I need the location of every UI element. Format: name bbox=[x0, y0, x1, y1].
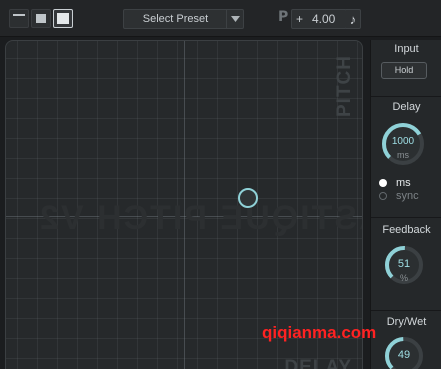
drywet-value: 49 bbox=[397, 349, 411, 361]
input-section: Input Hold bbox=[371, 40, 441, 96]
pitch-axis-label: PITCH bbox=[334, 55, 355, 117]
delay-section: Delay 1000 ms ms sync bbox=[371, 96, 441, 217]
chevron-down-icon[interactable] bbox=[226, 10, 243, 28]
view-small-button[interactable] bbox=[9, 9, 29, 28]
preset-label: Select Preset bbox=[142, 13, 209, 25]
view-small-icon bbox=[13, 14, 25, 16]
delay-axis-label: DELAY bbox=[284, 357, 352, 369]
radio-unselected-icon bbox=[379, 192, 387, 200]
view-medium-icon bbox=[36, 14, 46, 23]
feedback-unit: % bbox=[399, 273, 408, 283]
radio-selected-icon bbox=[379, 179, 387, 187]
delay-mode-sync-label: sync bbox=[396, 190, 419, 202]
delay-unit: ms bbox=[397, 150, 409, 160]
pitch-prefix-label: P bbox=[278, 9, 289, 25]
view-large-icon bbox=[57, 13, 69, 24]
pad-watermark: ELASTIQUE PITCH V2 bbox=[38, 199, 362, 237]
xy-pad-puck[interactable] bbox=[238, 188, 258, 208]
hold-button[interactable]: Hold bbox=[381, 62, 427, 79]
drywet-section: Dry/Wet 49 bbox=[371, 310, 441, 369]
feedback-section: Feedback 51 % bbox=[371, 217, 441, 310]
delay-mode-ms-label: ms bbox=[396, 177, 411, 189]
pitch-value: 4.00 bbox=[312, 12, 336, 26]
preset-dropdown[interactable]: Select Preset bbox=[123, 9, 244, 29]
delay-title: Delay bbox=[392, 101, 421, 113]
note-icon[interactable]: ♪ bbox=[346, 9, 361, 29]
drywet-title: Dry/Wet bbox=[386, 316, 427, 328]
top-toolbar: Select Preset P + 4.00 ♪ bbox=[0, 0, 441, 37]
feedback-knob[interactable]: 51 % bbox=[381, 242, 427, 288]
pad-edge-handle[interactable] bbox=[362, 192, 363, 202]
view-medium-button[interactable] bbox=[31, 9, 51, 28]
view-large-button[interactable] bbox=[53, 9, 73, 28]
delay-knob[interactable]: 1000 ms bbox=[378, 119, 428, 169]
feedback-title: Feedback bbox=[382, 224, 431, 236]
delay-value: 1000 bbox=[391, 136, 415, 147]
pitch-value-field[interactable]: + 4.00 bbox=[291, 9, 347, 29]
pitch-sign: + bbox=[296, 12, 304, 26]
control-panel: Input Hold Delay 1000 ms ms sync Feedbac… bbox=[370, 40, 441, 369]
site-watermark: qiqianma.com bbox=[262, 323, 377, 342]
drywet-knob[interactable]: 49 bbox=[381, 333, 427, 369]
input-title: Input bbox=[394, 43, 419, 55]
feedback-value: 51 bbox=[397, 258, 411, 270]
xy-pad[interactable]: ELASTIQUE PITCH V2 PITCH DELAY bbox=[5, 40, 363, 369]
